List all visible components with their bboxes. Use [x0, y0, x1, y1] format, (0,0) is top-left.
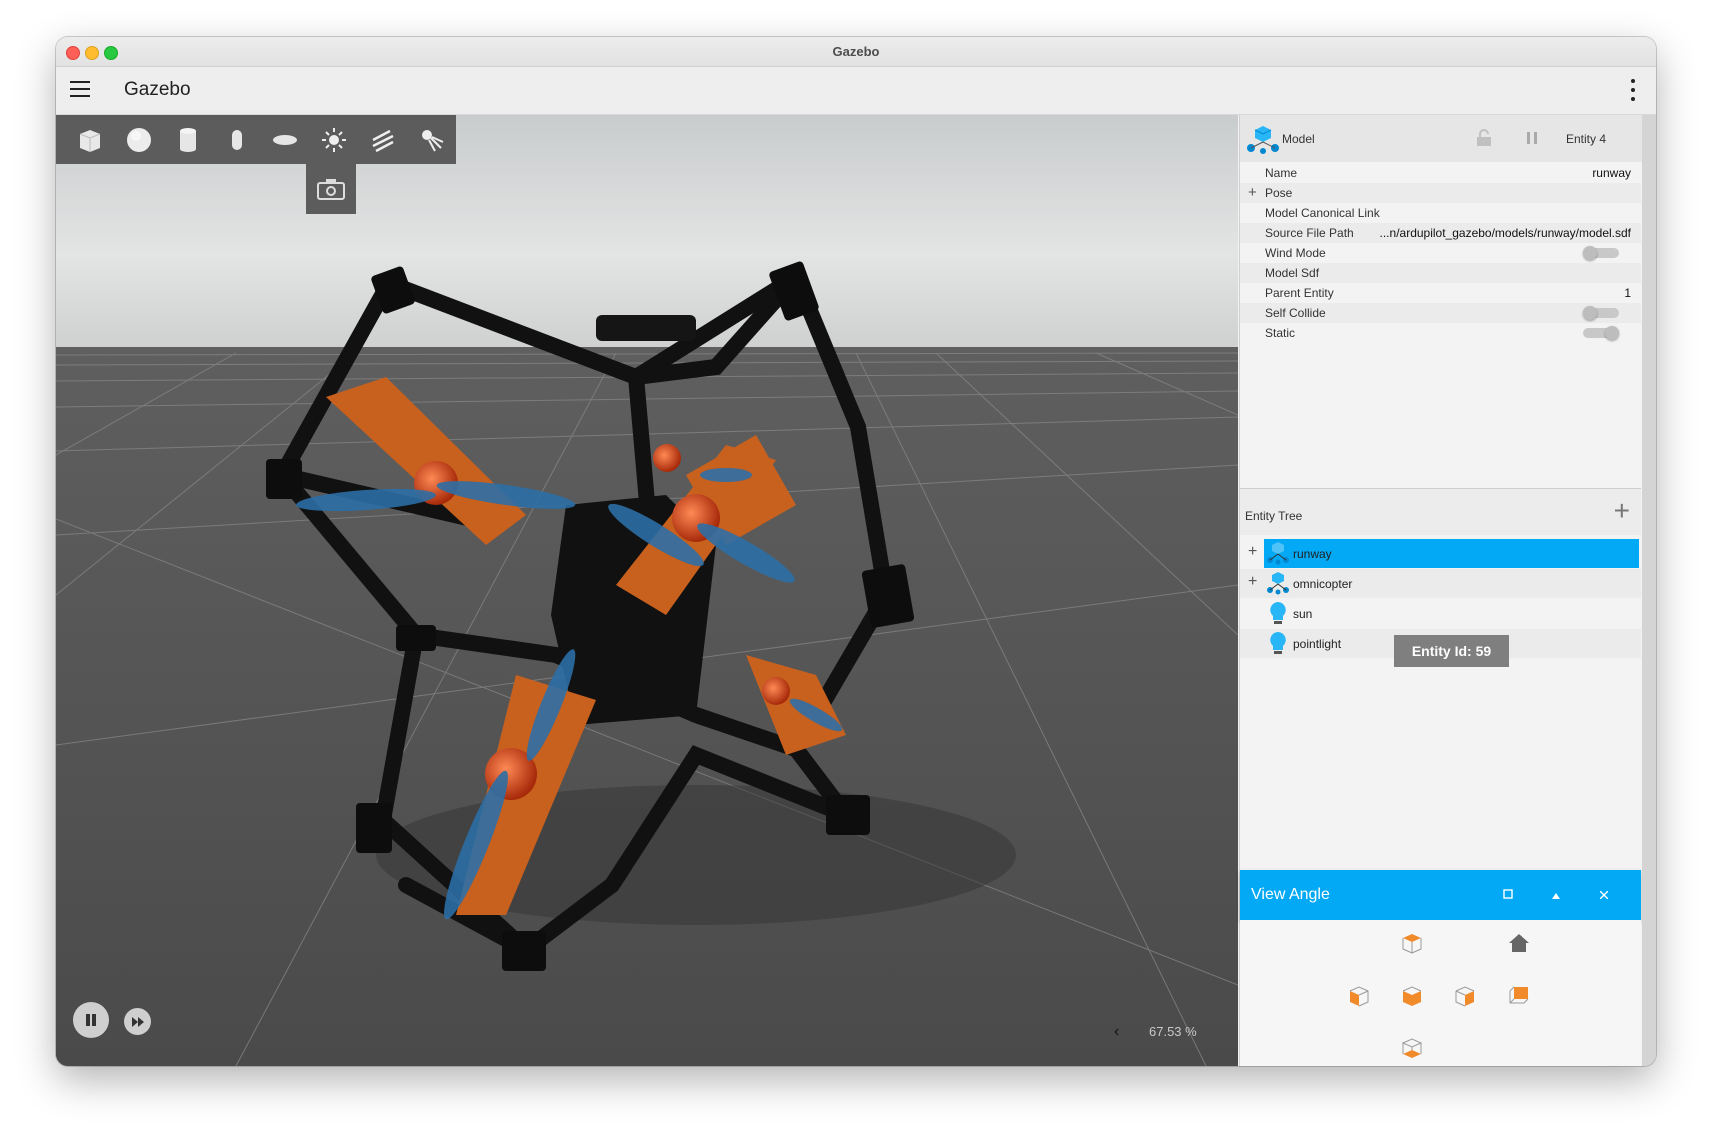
point-light-icon[interactable] — [310, 115, 359, 164]
cube-top-icon[interactable] — [1399, 930, 1425, 956]
shape-toolbar — [56, 115, 456, 164]
prop-label: Parent Entity — [1265, 286, 1334, 300]
entity-id-label: Entity 4 — [1566, 132, 1607, 146]
prop-value: 1 — [1624, 286, 1631, 300]
tree-item-sun[interactable]: sun — [1240, 599, 1641, 628]
tree-item-label: omnicopter — [1293, 577, 1353, 591]
cube-front-icon[interactable] — [1399, 983, 1425, 1009]
pause-icon[interactable] — [73, 1002, 109, 1038]
app-bar: Gazebo — [56, 67, 1656, 115]
prop-pose[interactable]: + Pose — [1240, 183, 1641, 203]
static-toggle[interactable] — [1583, 326, 1619, 340]
more-vert-icon[interactable] — [1630, 79, 1636, 101]
expand-pose-icon[interactable]: + — [1248, 184, 1257, 201]
sidebar-scrollbar[interactable] — [1642, 115, 1656, 1066]
entity-id-tooltip: Entity Id: 59 — [1394, 635, 1509, 667]
cylinder-icon[interactable] — [164, 115, 213, 164]
prop-label: Self Collide — [1265, 306, 1326, 320]
expand-icon[interactable]: + — [1248, 543, 1257, 561]
app-title: Gazebo — [124, 79, 191, 100]
rtf-expand-chevron-icon[interactable]: ‹ — [1114, 1023, 1119, 1041]
prop-value: runway — [1592, 166, 1631, 180]
expand-icon[interactable]: + — [1248, 573, 1257, 591]
close-icon[interactable] — [1592, 883, 1616, 907]
cube-back-icon[interactable] — [1506, 983, 1532, 1009]
prop-label: Wind Mode — [1265, 246, 1326, 260]
app-window: Gazebo Gazebo ‹ 67.53 % Model Entity 4 N… — [56, 37, 1656, 1066]
pause-updates-icon[interactable] — [1526, 132, 1538, 144]
prop-label: Pose — [1265, 186, 1293, 200]
prop-canonical-link: Model Canonical Link — [1240, 203, 1641, 223]
tree-item-label: runway — [1293, 547, 1332, 561]
view-angle-title: View Angle — [1251, 886, 1330, 903]
tree-item-omnicopter[interactable]: + omnicopter — [1240, 569, 1641, 598]
model-icon — [1267, 542, 1289, 565]
real-time-factor: 67.53 % — [1149, 1024, 1197, 1039]
cube-right-icon[interactable] — [1452, 983, 1478, 1009]
fast-forward-icon[interactable] — [124, 1008, 151, 1035]
scene-render — [56, 115, 1238, 1066]
wind-mode-toggle[interactable] — [1583, 246, 1619, 260]
prop-self-collide: Self Collide — [1240, 303, 1641, 323]
cube-bottom-icon[interactable] — [1399, 1035, 1425, 1061]
capsule-icon[interactable] — [212, 115, 261, 164]
light-bulb-icon — [1270, 632, 1286, 654]
scene-3d-viewport[interactable]: ‹ 67.53 % — [56, 115, 1238, 1066]
home-icon[interactable] — [1506, 930, 1532, 956]
view-angle-header: View Angle — [1240, 870, 1641, 920]
prop-label: Source File Path — [1265, 226, 1354, 240]
component-inspector-header: Model Entity 4 — [1240, 115, 1643, 162]
prop-static: Static — [1240, 323, 1641, 343]
prop-source-file: Source File Path ...n/ardupilot_gazebo/m… — [1240, 223, 1641, 243]
add-entity-button[interactable]: + — [1614, 497, 1630, 525]
entity-tree-header: Entity Tree + — [1240, 489, 1641, 535]
directional-light-icon[interactable] — [359, 115, 408, 164]
collapse-icon[interactable] — [1544, 883, 1568, 907]
spot-light-icon[interactable] — [407, 115, 456, 164]
tree-item-label: pointlight — [1293, 637, 1342, 651]
prop-parent-entity: Parent Entity 1 — [1240, 283, 1641, 303]
component-type-label: Model — [1282, 132, 1315, 146]
prop-label: Name — [1265, 166, 1298, 180]
view-angle-body — [1240, 920, 1641, 1066]
right-sidebar: Model Entity 4 Name runway + Pose Model … — [1239, 115, 1643, 1066]
hamburger-menu-icon[interactable] — [70, 81, 90, 97]
prop-label: Static — [1265, 326, 1296, 340]
model-icon — [1247, 126, 1279, 154]
sphere-icon[interactable] — [115, 115, 164, 164]
window-title: Gazebo — [832, 44, 880, 59]
model-icon — [1267, 572, 1289, 595]
prop-name: Name runway — [1240, 163, 1641, 183]
prop-wind-mode: Wind Mode — [1240, 243, 1641, 263]
window-titlebar: Gazebo — [56, 37, 1656, 67]
box-icon[interactable] — [66, 115, 115, 164]
prop-value: ...n/ardupilot_gazebo/models/runway/mode… — [1379, 226, 1631, 240]
entity-tree-title: Entity Tree — [1245, 509, 1303, 523]
self-collide-toggle[interactable] — [1583, 306, 1619, 320]
cube-left-icon[interactable] — [1346, 983, 1372, 1009]
prop-model-sdf: Model Sdf — [1240, 263, 1641, 283]
light-bulb-icon — [1270, 602, 1286, 624]
prop-label: Model Sdf — [1265, 266, 1320, 280]
prop-label: Model Canonical Link — [1265, 206, 1380, 220]
lock-icon[interactable] — [1476, 129, 1492, 147]
tree-item-runway[interactable]: + runway — [1240, 539, 1641, 568]
ellipsoid-icon[interactable] — [261, 115, 310, 164]
tree-item-label: sun — [1293, 607, 1313, 621]
camera-icon[interactable] — [306, 164, 356, 214]
restore-icon[interactable] — [1496, 883, 1520, 907]
